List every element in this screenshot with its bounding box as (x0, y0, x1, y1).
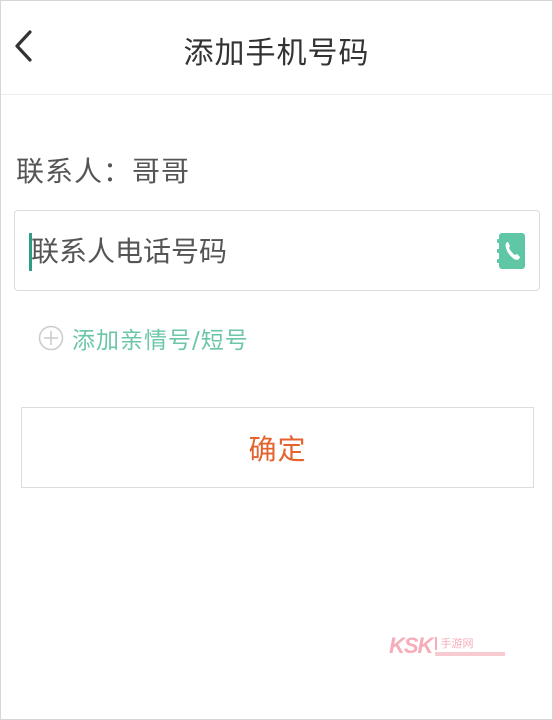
page-title: 添加手机号码 (183, 36, 370, 71)
contacts-picker-button[interactable] (497, 233, 527, 269)
watermark-underline (435, 651, 506, 656)
add-family-number-link[interactable]: 添加亲情号/短号 (38, 321, 249, 355)
add-family-number-label: 添加亲情号/短号 (72, 328, 249, 354)
app-screen: 添加手机号码 联系人：哥哥 添加亲情号/短号 确定 KSK 手游网 (0, 0, 553, 720)
header-bar: 添加手机号码 (1, 1, 552, 95)
contact-name-label: 联系人：哥哥 (16, 155, 191, 188)
plus-circle-icon (38, 325, 64, 351)
watermark-logo: KSK 手游网 (389, 633, 506, 659)
watermark-text: 手游网 (435, 636, 473, 650)
phone-number-input[interactable] (27, 223, 491, 279)
watermark-brand: KSK (389, 633, 433, 658)
phone-book-icon (497, 233, 525, 269)
phone-input-row (14, 210, 540, 291)
confirm-button[interactable]: 确定 (21, 407, 534, 488)
watermark-text-box: 手游网 (435, 636, 506, 656)
